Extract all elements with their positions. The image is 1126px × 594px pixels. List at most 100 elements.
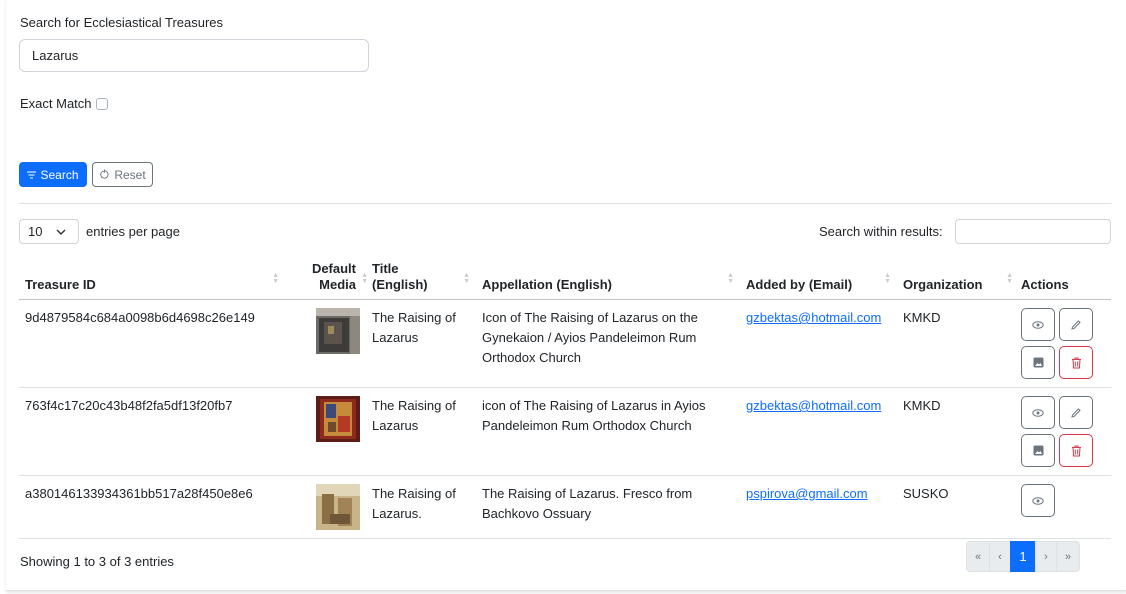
sort-icon: ▲ ▼ (727, 272, 734, 285)
table-row: a380146133934361bb517a28f450e8e6 The Rai… (19, 475, 1111, 539)
organization-cell: KMKD (897, 387, 1015, 476)
image-icon (1033, 445, 1043, 456)
edit-button[interactable] (1059, 396, 1093, 429)
pagination: « ‹ 1 › » (966, 541, 1080, 572)
added-by-header-label: Added by (Email) (746, 277, 853, 292)
image-icon (1033, 357, 1043, 368)
actions-cell (1015, 387, 1111, 476)
title-line-2: Lazarus (372, 330, 419, 345)
media-button[interactable] (1021, 434, 1055, 467)
title-line-1: The Raising of (372, 310, 456, 325)
showing-entries-text: Showing 1 to 3 of 3 entries (20, 554, 174, 569)
filter-icon (27, 170, 37, 179)
view-button[interactable] (1021, 308, 1055, 341)
treasure-id-cell: a380146133934361bb517a28f450e8e6 (19, 475, 285, 539)
treasure-id-cell: 9d4879584c684a0098b6d4698c26e149 (19, 299, 285, 388)
current-page-button[interactable]: 1 (1010, 541, 1036, 572)
reset-button-label: Reset (114, 167, 146, 182)
pencil-icon (1071, 407, 1081, 418)
table-row: 763f4c17c20c43b48f2fa5df13f20fb7 The Rai… (19, 387, 1111, 476)
previous-page-button[interactable]: ‹ (989, 541, 1011, 572)
actions-header-label: Actions (1021, 277, 1069, 292)
appellation-cell: Icon of The Raising of Lazarus on the Gy… (476, 299, 740, 388)
search-within-input[interactable] (955, 219, 1111, 244)
reset-button[interactable]: Reset (92, 162, 153, 187)
first-page-button[interactable]: « (966, 541, 990, 572)
eye-icon (1032, 408, 1044, 417)
eye-icon (1032, 320, 1044, 329)
email-link[interactable]: pspirova@gmail.com (746, 486, 868, 501)
search-button-label: Search (40, 167, 79, 182)
column-header-added-by[interactable]: Added by (Email) ▲ ▼ (740, 257, 897, 300)
treasures-table: Treasure ID ▲ ▼ Default Media ▲ ▼ Title (Engli… (19, 257, 1111, 539)
title-cell: The Raising of Lazarus (366, 299, 476, 388)
added-by-cell: gzbektas@hotmail.com (740, 387, 897, 476)
added-by-cell: gzbektas@hotmail.com (740, 299, 897, 388)
entries-per-page-select[interactable]: 10 (19, 219, 79, 244)
search-label: Search for Ecclesiastical Treasures (20, 15, 224, 30)
chevron-down-icon (56, 229, 66, 235)
view-button[interactable] (1021, 484, 1055, 517)
title-cell: The Raising of Lazarus. (366, 475, 476, 539)
default-media-cell (285, 475, 366, 539)
edit-button[interactable] (1059, 308, 1093, 341)
media-header-label-1: Default (311, 261, 356, 276)
media-thumbnail[interactable] (316, 396, 360, 442)
media-thumbnail[interactable] (316, 308, 360, 354)
column-header-appellation[interactable]: Appellation (English) ▲ ▼ (476, 257, 740, 300)
search-within-label: Search within results: (819, 224, 943, 239)
added-by-cell: pspirova@gmail.com (740, 475, 897, 539)
exact-match-label: Exact Match (20, 96, 92, 111)
title-line-2: Lazarus (372, 418, 419, 433)
exact-match-row: Exact Match (20, 96, 108, 111)
view-button[interactable] (1021, 396, 1055, 429)
title-line-1: The Raising of (372, 486, 456, 501)
title-header-label-1: Title (372, 261, 399, 276)
email-link[interactable]: gzbektas@hotmail.com (746, 398, 881, 413)
exact-match-checkbox[interactable] (95, 97, 108, 110)
sort-icon: ▲ ▼ (884, 272, 891, 285)
media-button[interactable] (1021, 346, 1055, 379)
treasure-id-header-label: Treasure ID (25, 277, 96, 292)
table-row: 9d4879584c684a0098b6d4698c26e149 The Rai… (19, 299, 1111, 388)
pencil-icon (1071, 319, 1081, 330)
title-line-2: Lazarus. (372, 506, 422, 521)
delete-button[interactable] (1059, 434, 1093, 467)
reset-icon (100, 169, 109, 179)
organization-header-label: Organization (903, 277, 983, 292)
actions-cell (1015, 475, 1111, 539)
appellation-header-label: Appellation (English) (482, 277, 612, 292)
column-header-title[interactable]: Title (English) ▲ ▼ (366, 257, 476, 300)
eye-icon (1032, 496, 1044, 505)
column-header-default-media[interactable]: Default Media ▲ ▼ (285, 257, 368, 300)
media-thumbnail[interactable] (316, 484, 360, 530)
default-media-cell (285, 299, 366, 388)
default-media-cell (285, 387, 366, 476)
table-header-row: Treasure ID ▲ ▼ Default Media ▲ ▼ Title (Engli… (19, 257, 1111, 300)
search-input[interactable] (19, 39, 369, 72)
email-link[interactable]: gzbektas@hotmail.com (746, 310, 881, 325)
search-button[interactable]: Search (19, 162, 87, 187)
entries-per-page-value: 10 (28, 224, 43, 239)
trash-icon (1071, 357, 1081, 368)
trash-icon (1071, 445, 1081, 456)
media-header-label-2: Media (319, 277, 356, 292)
last-page-button[interactable]: » (1056, 541, 1080, 572)
appellation-cell: The Raising of Lazarus. Fresco from Bach… (476, 475, 740, 539)
sort-icon: ▲ ▼ (272, 272, 279, 285)
appellation-cell: icon of The Raising of Lazarus in Ayios … (476, 387, 740, 476)
actions-cell (1015, 299, 1111, 388)
column-header-organization[interactable]: Organization ▲ ▼ (897, 257, 1015, 300)
organization-cell: SUSKO (897, 475, 1015, 539)
divider (19, 203, 1111, 204)
next-page-button[interactable]: › (1035, 541, 1057, 572)
delete-button[interactable] (1059, 346, 1093, 379)
title-line-1: The Raising of (372, 398, 456, 413)
column-header-actions: Actions (1015, 257, 1111, 300)
title-cell: The Raising of Lazarus (366, 387, 476, 476)
sort-icon: ▲ ▼ (1006, 272, 1013, 285)
sort-icon: ▲ ▼ (463, 272, 470, 285)
organization-cell: KMKD (897, 299, 1015, 388)
column-header-treasure-id[interactable]: Treasure ID ▲ ▼ (19, 257, 285, 300)
treasure-id-cell: 763f4c17c20c43b48f2fa5df13f20fb7 (19, 387, 285, 476)
